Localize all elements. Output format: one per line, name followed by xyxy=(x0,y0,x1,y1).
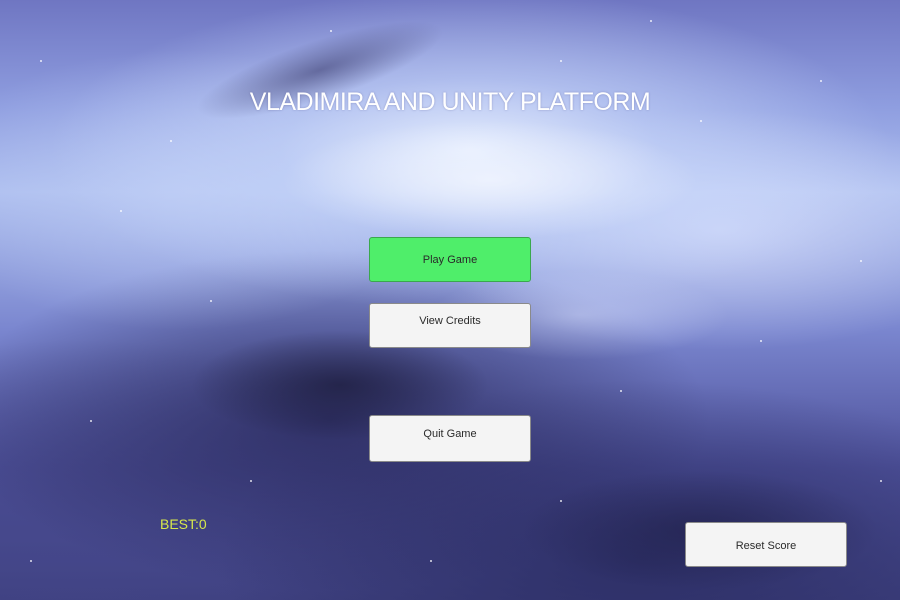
star xyxy=(330,30,332,32)
star xyxy=(250,480,252,482)
quit-game-button[interactable]: Quit Game xyxy=(369,415,531,462)
quit-game-label: Quit Game xyxy=(423,428,477,440)
star xyxy=(820,80,822,82)
best-score: BEST:0 xyxy=(160,516,207,532)
star xyxy=(210,300,212,302)
nebula-cloud xyxy=(280,120,700,240)
star xyxy=(170,140,172,142)
star xyxy=(430,560,432,562)
star xyxy=(30,560,32,562)
star xyxy=(760,340,762,342)
star xyxy=(120,210,122,212)
play-game-label: Play Game xyxy=(422,254,478,266)
view-credits-button[interactable]: View Credits xyxy=(369,303,531,348)
star xyxy=(560,60,562,62)
star xyxy=(40,60,42,62)
play-game-button[interactable]: Play Game xyxy=(369,237,531,282)
reset-score-button[interactable]: Reset Score xyxy=(685,522,847,567)
star xyxy=(90,420,92,422)
star xyxy=(560,500,562,502)
star xyxy=(650,20,652,22)
reset-score-label: Reset Score xyxy=(735,540,797,552)
game-title: VLADIMIRA AND UNITY PLATFORM xyxy=(249,88,651,116)
star xyxy=(700,120,702,122)
view-credits-label: View Credits xyxy=(419,315,481,327)
star xyxy=(880,480,882,482)
nebula-cloud xyxy=(187,1,453,139)
star xyxy=(620,390,622,392)
star xyxy=(860,260,862,262)
